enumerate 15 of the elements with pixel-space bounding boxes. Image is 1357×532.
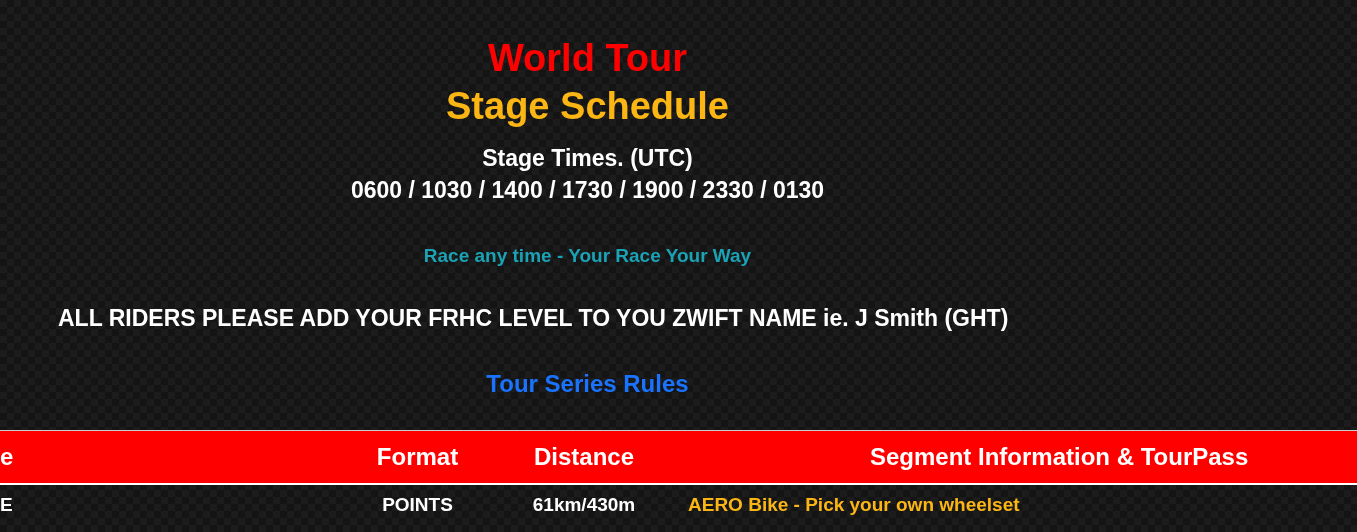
table-cell-text: E xyxy=(0,494,14,516)
notice-text: ALL RIDERS PLEASE ADD YOUR FRHC LEVEL TO YOU ZWIFT NAME ie. J Smith (GHT) xyxy=(58,305,1009,332)
page-subtitle: Stage Schedule xyxy=(446,84,729,129)
table-cell-text: POINTS xyxy=(381,494,454,516)
table-cell-text: AERO Bike - Pick your own wheelset xyxy=(688,494,1021,516)
column-header: Distance xyxy=(532,443,635,471)
column-header: Format xyxy=(375,443,460,471)
page-title: World Tour xyxy=(487,36,688,81)
tagline: Race any time - Your Race Your Way xyxy=(423,245,752,267)
stage-times: 0600 / 1030 / 1400 / 1730 / 1900 / 2330 / 0130 xyxy=(350,176,825,205)
column-header: e xyxy=(0,443,15,471)
table-cell-text: 61km/430m xyxy=(531,494,637,516)
column-header: Segment Information & TourPass xyxy=(869,443,1250,471)
rules-link[interactable]: Tour Series Rules xyxy=(486,370,689,398)
stage-times-label: Stage Times. (UTC) xyxy=(482,144,693,173)
